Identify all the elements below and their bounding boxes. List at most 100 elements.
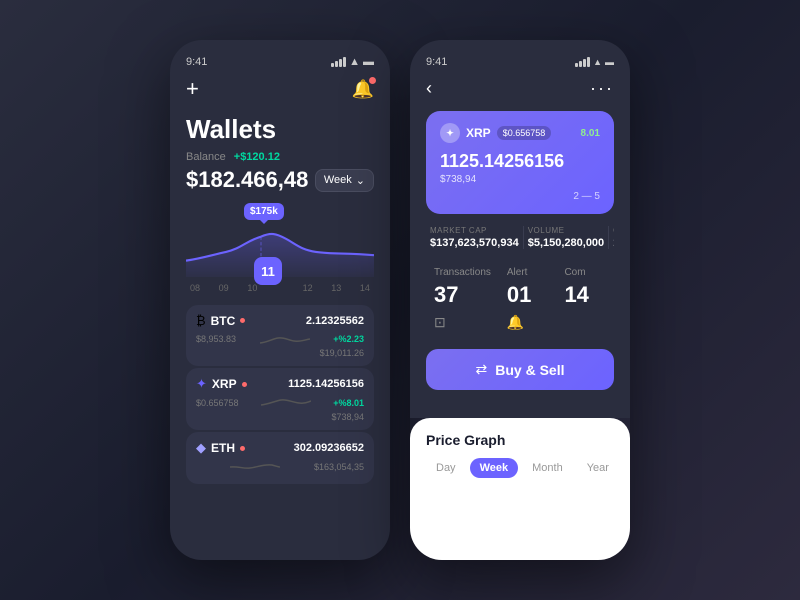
- coin-usd: $738,94: [196, 412, 364, 422]
- battery-icon: ▬: [363, 56, 374, 68]
- com-item: Com 14: [556, 259, 614, 339]
- balance-amount-row: $182.466,48 Week ⌄: [186, 167, 374, 193]
- wifi-icon: ▲: [593, 57, 602, 67]
- status-dot: [240, 318, 245, 323]
- list-item[interactable]: ✦ XRP 1125.14256156 $0.656758 +%8.01 $73…: [186, 368, 374, 430]
- market-cap-stat: MARKET CAP $137,623,570,934: [426, 226, 524, 249]
- add-button[interactable]: +: [186, 76, 199, 102]
- balance-amount: $182.466,48: [186, 167, 308, 193]
- price-graph-title: Price Graph: [426, 432, 614, 448]
- coin-price: $8,953.83: [196, 334, 236, 344]
- mini-chart: [260, 330, 310, 348]
- xrp-coin-icon: ✦: [440, 123, 460, 143]
- stats-row: MARKET CAP $137,623,570,934 VOLUME $5,15…: [426, 226, 614, 249]
- left-status-icons: ▲ ▬: [331, 56, 374, 68]
- coin-usd: $163,054,35: [314, 462, 364, 472]
- stat-label: CIRC.: [613, 226, 614, 235]
- coin-amount: 2.12325562: [306, 315, 364, 327]
- transactions-label: Transactions: [434, 267, 491, 278]
- coin-price: $0.656758: [196, 398, 239, 408]
- right-phone-top: 9:41 ▲ ▬ ‹ ··· ✦ XRP $0.656758: [410, 40, 630, 418]
- coin-amount: 1125.14256156: [288, 378, 364, 390]
- stat-value: $137,623,570,934: [430, 237, 519, 249]
- tab-day[interactable]: Day: [426, 458, 466, 478]
- tab-month[interactable]: Month: [522, 458, 573, 478]
- stat-value: 16,9: [613, 237, 614, 249]
- price-chart: $175k 11 08 09 10 12 13 14: [186, 203, 374, 293]
- coin-amount: 302.09236652: [294, 442, 364, 454]
- coin-name: XRP: [212, 377, 237, 391]
- signal-icon: [331, 57, 346, 67]
- left-header: + 🔔: [186, 76, 374, 102]
- tab-week[interactable]: Week: [470, 458, 519, 478]
- chart-tooltip: $175k: [244, 203, 284, 220]
- status-dot: [240, 446, 245, 451]
- buy-sell-label: Buy & Sell: [495, 362, 564, 378]
- time-tabs: Day Week Month Year Range: [426, 458, 614, 478]
- xrp-change-value: 8.01: [581, 128, 600, 139]
- tab-range[interactable]: Range: [623, 458, 630, 478]
- right-status-bar: 9:41 ▲ ▬: [426, 56, 614, 68]
- coin-list: ₿ BTC 2.12325562 $8,953.83 +%2.23 $19,01…: [186, 305, 374, 544]
- right-phone: 9:41 ▲ ▬ ‹ ··· ✦ XRP $0.656758: [410, 40, 630, 560]
- more-options-button[interactable]: ···: [590, 78, 614, 99]
- transactions-value: 37: [434, 282, 491, 308]
- coin-name: BTC: [211, 314, 236, 328]
- coin-change: +%2.23: [333, 334, 364, 344]
- com-label: Com: [564, 267, 606, 278]
- right-nav: ‹ ···: [426, 78, 614, 99]
- coin-name: ETH: [211, 441, 235, 455]
- transactions-section: Transactions 37 ⊡ Alert 01 🔔 Com 14: [426, 259, 614, 339]
- buy-sell-button[interactable]: ⇄ Buy & Sell: [426, 349, 614, 390]
- xrp-card: ✦ XRP $0.656758 8.01 1125.14256156 $738,…: [426, 111, 614, 214]
- bell-icon: 🔔: [507, 314, 549, 331]
- selected-day: 11: [254, 257, 282, 285]
- list-item[interactable]: ₿ BTC 2.12325562 $8,953.83 +%2.23 $19,01…: [186, 305, 374, 366]
- alert-label: Alert: [507, 267, 549, 278]
- coin-change: +%8.01: [333, 398, 364, 408]
- signal-icon: [575, 57, 590, 67]
- coin-usd: $19,011.26: [196, 348, 364, 358]
- mini-chart: [261, 394, 311, 412]
- alert-item: Alert 01 🔔: [499, 259, 557, 339]
- stat-value: $5,150,280,000: [528, 237, 604, 249]
- period-label: Week: [324, 174, 352, 186]
- chevron-down-icon: ⌄: [356, 174, 365, 187]
- alert-value: 01: [507, 282, 549, 308]
- left-status-bar: 9:41 ▲ ▬: [186, 56, 374, 68]
- balance-row: Balance +$120.12: [186, 151, 374, 163]
- mini-chart: [230, 458, 280, 476]
- stat-label: VOLUME: [528, 226, 604, 235]
- eth-icon: ◆: [196, 440, 206, 456]
- price-graph-card: Price Graph Day Week Month Year Range: [410, 418, 630, 560]
- right-status-icons: ▲ ▬: [575, 57, 614, 67]
- circ-stat: CIRC. 16,9: [609, 226, 614, 249]
- chart-x-labels: 08 09 10 12 13 14: [186, 283, 374, 293]
- xrp-usd-value: $738,94: [440, 174, 600, 185]
- btc-icon: ₿: [196, 313, 206, 328]
- transaction-icon: ⊡: [434, 314, 491, 331]
- battery-icon: ▬: [605, 57, 614, 67]
- transactions-item: Transactions 37 ⊡: [426, 259, 499, 339]
- notification-button[interactable]: 🔔: [352, 79, 374, 100]
- list-item[interactable]: ◆ ETH 302.09236652 $163,054,35: [186, 432, 374, 484]
- tab-year[interactable]: Year: [577, 458, 619, 478]
- com-value: 14: [564, 282, 606, 308]
- notification-dot: [369, 77, 376, 84]
- status-dot: [242, 382, 247, 387]
- xrp-current-price: $0.656758: [497, 126, 552, 140]
- left-time: 9:41: [186, 56, 207, 68]
- period-selector[interactable]: Week ⌄: [315, 169, 374, 192]
- card-pagination: 2 — 5: [573, 191, 600, 202]
- xrp-icon: ✦: [196, 376, 207, 392]
- xrp-name: XRP: [466, 126, 491, 140]
- balance-label: Balance: [186, 151, 226, 163]
- page-title: Wallets: [186, 114, 374, 145]
- right-time: 9:41: [426, 56, 447, 68]
- left-phone: 9:41 ▲ ▬ + 🔔 Wallets Balance +$120.12 $1…: [170, 40, 390, 560]
- stat-label: MARKET CAP: [430, 226, 519, 235]
- volume-stat: VOLUME $5,150,280,000: [524, 226, 609, 249]
- balance-change: +$120.12: [234, 151, 280, 163]
- back-button[interactable]: ‹: [426, 78, 432, 99]
- transfer-icon: ⇄: [476, 361, 488, 378]
